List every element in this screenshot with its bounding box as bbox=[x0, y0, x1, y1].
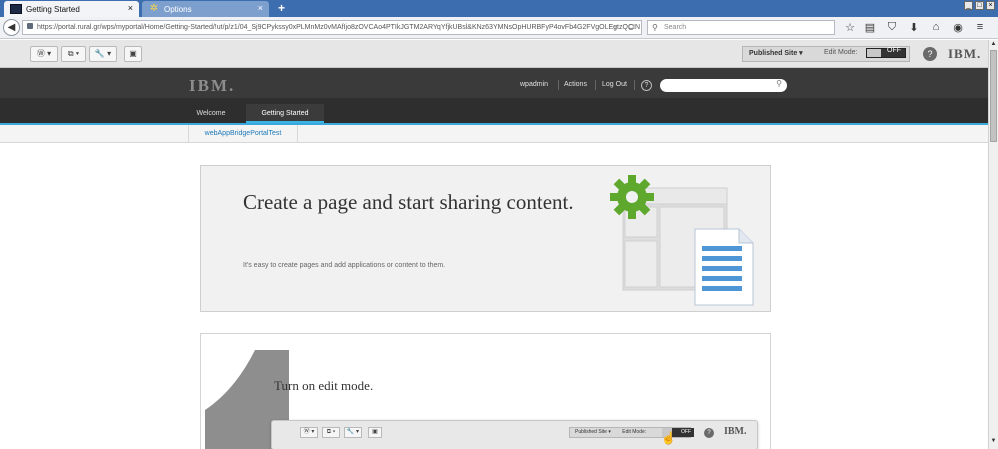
search-placeholder: Search bbox=[664, 24, 687, 31]
mini-help-icon: ? bbox=[704, 428, 714, 438]
menu-icon[interactable]: ≡ bbox=[973, 21, 987, 33]
close-tab-icon[interactable]: × bbox=[128, 3, 133, 13]
mini-ibm-logo: IBM. bbox=[724, 426, 747, 437]
hero-description: It's easy to create pages and add applic… bbox=[243, 262, 446, 269]
scroll-up-icon[interactable]: ▲ bbox=[989, 41, 998, 47]
pocket-icon[interactable]: ⛉ bbox=[885, 21, 899, 34]
portal-toolbar: Ⓦ ▾ ⧉ ▾ 🔧 ▾ ▣ Published Site ▾ Edit Mode… bbox=[0, 40, 988, 68]
hand-cursor-icon: ☝ bbox=[661, 431, 676, 445]
gear-favicon-icon: ✲ bbox=[149, 3, 159, 14]
tab-options[interactable]: ✲ Options × bbox=[142, 1, 269, 17]
lock-icon bbox=[27, 23, 33, 29]
step-card: 1 Turn on edit mode. Ⓦ ▾ ⧉ ▾ 🔧 ▾ ▣ Publi… bbox=[200, 333, 771, 449]
browser-titlebar: Getting Started × ✲ Options × + _ □ × bbox=[0, 0, 998, 17]
portal-search-input[interactable]: ⚲ bbox=[660, 79, 787, 92]
header-help-icon[interactable]: ? bbox=[641, 80, 652, 91]
nav-tab-getting-started[interactable]: Getting Started bbox=[246, 104, 324, 123]
maximize-button[interactable]: □ bbox=[975, 1, 984, 10]
step-title: Turn on edit mode. bbox=[274, 378, 374, 393]
reload-icon[interactable]: C bbox=[628, 20, 634, 35]
url-bar[interactable]: https://portal.rural.gr/wps/myportal/Hom… bbox=[22, 20, 642, 35]
subnav-item-webappbridge[interactable]: webAppBridgePortalTest bbox=[188, 125, 298, 143]
minimize-button[interactable]: _ bbox=[964, 1, 973, 10]
browser-search-input[interactable]: ⚲ Search bbox=[647, 20, 835, 35]
mini-tool: ⧉ ▾ bbox=[322, 427, 340, 438]
actions-link[interactable]: Actions bbox=[564, 81, 587, 88]
ibm-logo-toolbar: IBM. bbox=[948, 46, 982, 61]
toggle-knob bbox=[867, 49, 881, 57]
chat-icon[interactable]: ◉ bbox=[951, 21, 965, 34]
help-icon[interactable]: ? bbox=[923, 47, 937, 61]
username-link[interactable]: wpadmin bbox=[520, 81, 548, 88]
scroll-down-icon[interactable]: ▼ bbox=[989, 438, 998, 444]
hero-title: Create a page and start sharing content. bbox=[243, 190, 574, 214]
close-window-button[interactable]: × bbox=[986, 1, 995, 10]
calendar-tool-button[interactable]: ▣ bbox=[124, 46, 142, 62]
home-icon[interactable]: ⌂ bbox=[929, 21, 943, 33]
page-illustration-icon bbox=[610, 175, 754, 306]
published-site-dropdown[interactable]: Published Site ▾ bbox=[743, 50, 803, 57]
search-icon[interactable]: ⚲ bbox=[776, 79, 782, 88]
close-tab-icon[interactable]: × bbox=[258, 3, 263, 13]
url-dropdown-icon[interactable]: ▿ bbox=[613, 20, 617, 35]
tab-label: Options bbox=[164, 4, 192, 14]
wordpress-tool-button[interactable]: Ⓦ ▾ bbox=[30, 46, 58, 62]
hero-card: Create a page and start sharing content.… bbox=[200, 165, 771, 312]
sub-navigation: webAppBridgePortalTest bbox=[0, 125, 988, 143]
edit-mode-label: Edit Mode: bbox=[824, 49, 858, 56]
vertical-scrollbar[interactable]: ▲ ▼ bbox=[988, 40, 998, 449]
tab-label: Getting Started bbox=[26, 4, 80, 14]
edit-mode-toggle[interactable]: OFF bbox=[866, 47, 906, 58]
search-icon: ⚲ bbox=[652, 23, 658, 32]
mini-tool: Ⓦ ▾ bbox=[300, 427, 318, 438]
reading-list-icon[interactable]: ▤ bbox=[863, 21, 877, 34]
tab-getting-started[interactable]: Getting Started × bbox=[4, 1, 139, 17]
download-icon[interactable]: ⬇ bbox=[907, 21, 921, 34]
back-button[interactable]: ◀ bbox=[3, 19, 20, 36]
toggle-state: OFF bbox=[887, 47, 901, 54]
logout-link[interactable]: Log Out bbox=[602, 81, 627, 88]
ibm-favicon-icon bbox=[10, 4, 22, 14]
page-tool-button[interactable]: ⧉ ▾ bbox=[61, 46, 86, 62]
mini-tool: ▣ bbox=[368, 427, 382, 438]
mini-toolbar-screenshot: Ⓦ ▾ ⧉ ▾ 🔧 ▾ ▣ Published Site ▾ Edit Mode… bbox=[271, 420, 758, 449]
mini-tool: 🔧 ▾ bbox=[344, 427, 362, 438]
scrollbar-thumb[interactable] bbox=[990, 50, 997, 142]
bookmark-star-icon[interactable]: ☆ bbox=[843, 21, 857, 34]
portal-header: IBM. wpadmin Actions Log Out ? ⚲ bbox=[0, 68, 988, 123]
wrench-tool-button[interactable]: 🔧 ▾ bbox=[89, 46, 117, 62]
ibm-logo: IBM. bbox=[189, 76, 236, 95]
new-tab-button[interactable]: + bbox=[278, 1, 285, 15]
svg-text:1: 1 bbox=[205, 350, 214, 354]
nav-tab-welcome[interactable]: Welcome bbox=[188, 104, 234, 123]
